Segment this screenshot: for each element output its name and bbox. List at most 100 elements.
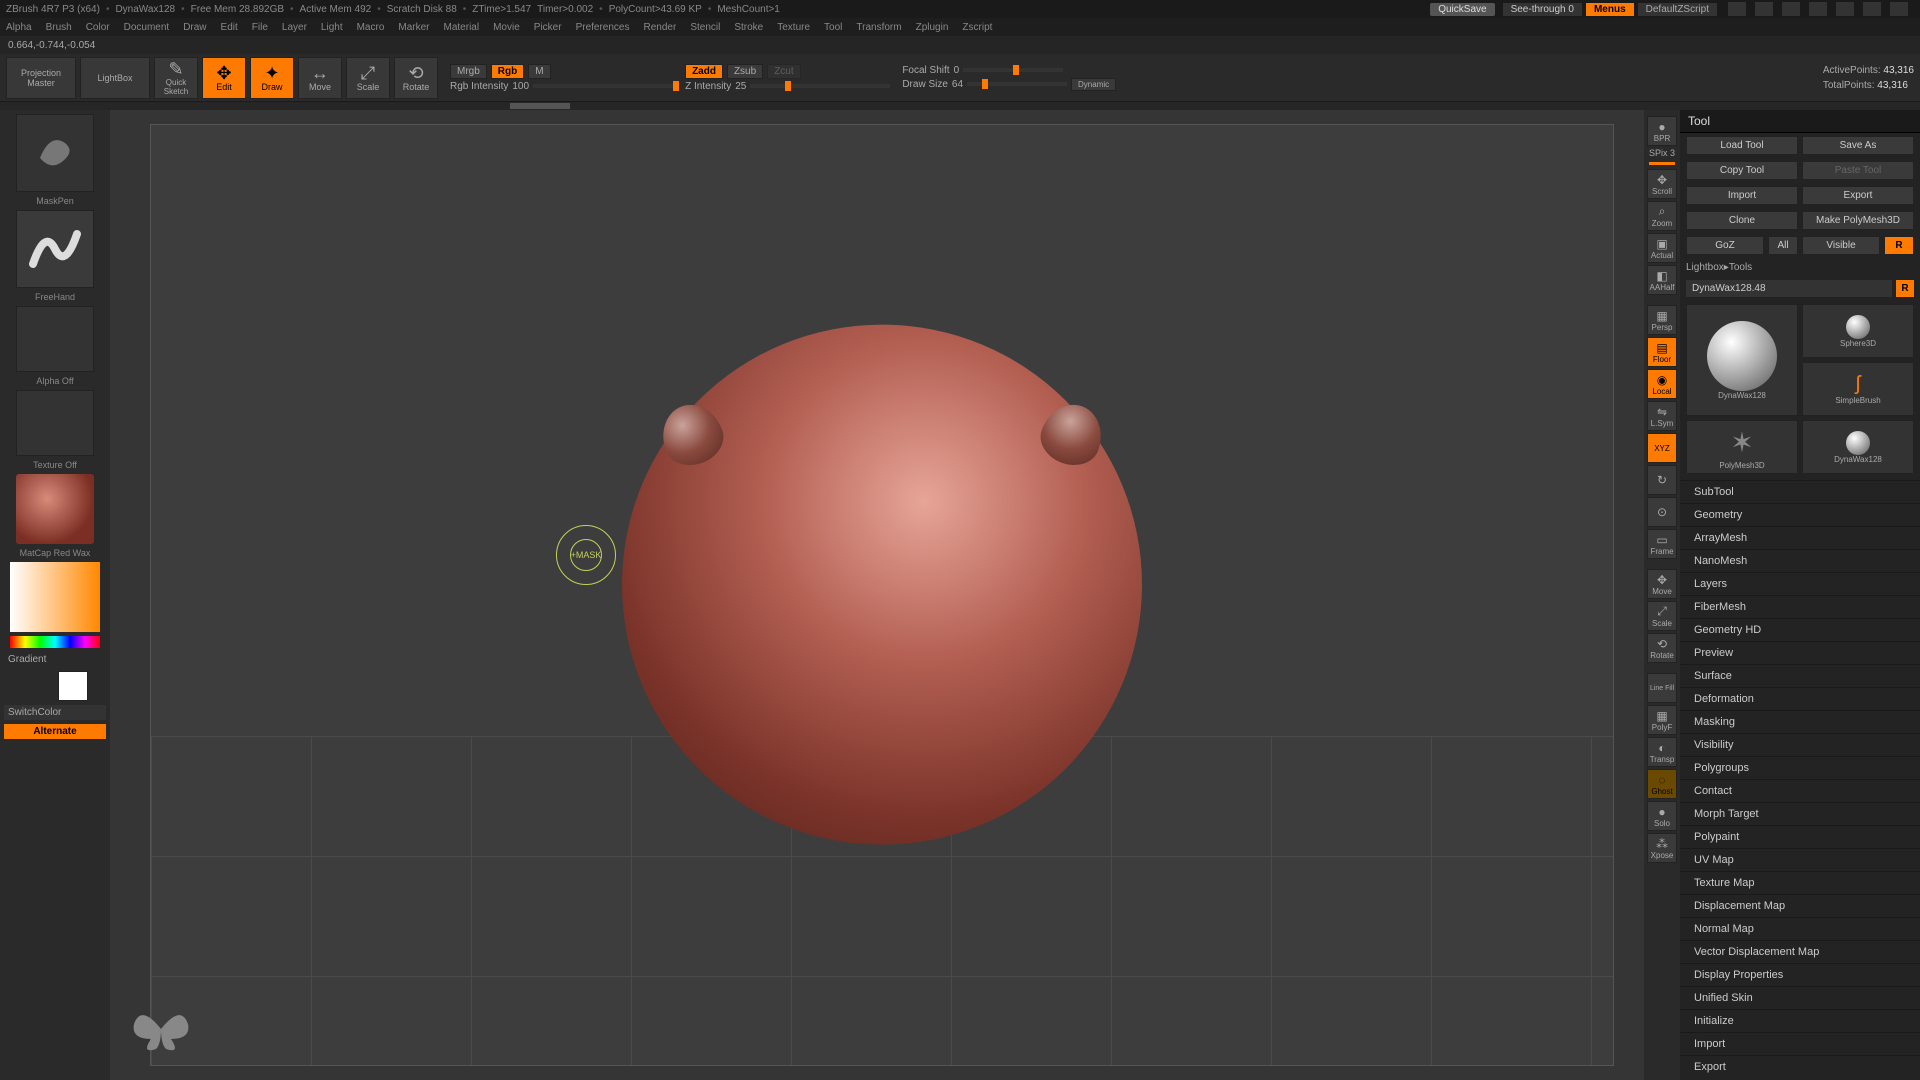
clone-button[interactable]: Clone	[1686, 211, 1798, 230]
menu-document[interactable]: Document	[124, 22, 170, 33]
acc-visibility[interactable]: Visibility	[1680, 733, 1920, 756]
mrgb-toggle[interactable]: Mrgb	[450, 64, 487, 79]
scale-view-button[interactable]: ⤢Scale	[1647, 601, 1677, 631]
polyf-button[interactable]: ▦PolyF	[1647, 705, 1677, 735]
window-maximize[interactable]	[1863, 2, 1881, 16]
quick-sketch-button[interactable]: ✎Quick Sketch	[154, 57, 198, 99]
acc-displayproperties[interactable]: Display Properties	[1680, 963, 1920, 986]
menu-preferences[interactable]: Preferences	[576, 22, 630, 33]
dynamic-toggle[interactable]: Dynamic	[1071, 78, 1116, 91]
menu-picker[interactable]: Picker	[534, 22, 562, 33]
actual-button[interactable]: ▣Actual	[1647, 233, 1677, 263]
menu-render[interactable]: Render	[644, 22, 677, 33]
secondary-color-swatch[interactable]	[58, 671, 88, 701]
menu-movie[interactable]: Movie	[493, 22, 520, 33]
tool-thumb-sphere3d[interactable]: Sphere3D	[1802, 304, 1914, 358]
alternate-button[interactable]: Alternate	[4, 724, 106, 739]
menu-brush[interactable]: Brush	[46, 22, 72, 33]
goz-button[interactable]: GoZ	[1686, 236, 1764, 255]
material-thumbnail[interactable]	[16, 474, 94, 544]
acc-geometry[interactable]: Geometry	[1680, 503, 1920, 526]
menu-light[interactable]: Light	[321, 22, 343, 33]
window-button-3[interactable]	[1782, 2, 1800, 16]
brush-thumbnail[interactable]	[16, 114, 94, 192]
tool-r-button[interactable]: R	[1896, 280, 1914, 297]
zcut-toggle[interactable]: Zcut	[767, 64, 800, 79]
acc-subtool[interactable]: SubTool	[1680, 480, 1920, 503]
z-intensity-slider[interactable]	[750, 84, 890, 88]
acc-contact[interactable]: Contact	[1680, 779, 1920, 802]
acc-morphtarget[interactable]: Morph Target	[1680, 802, 1920, 825]
focal-shift-value[interactable]: 0	[954, 65, 960, 76]
acc-polypaint[interactable]: Polypaint	[1680, 825, 1920, 848]
tool-thumb-simplebrush[interactable]: ʃSimpleBrush	[1802, 362, 1914, 416]
goz-r-button[interactable]: R	[1884, 236, 1914, 255]
acc-vectordisplacementmap[interactable]: Vector Displacement Map	[1680, 940, 1920, 963]
acc-unifiedskin[interactable]: Unified Skin	[1680, 986, 1920, 1009]
window-minimize[interactable]	[1836, 2, 1854, 16]
solo-button[interactable]: ●Solo	[1647, 801, 1677, 831]
import-button[interactable]: Import	[1686, 186, 1798, 205]
focal-shift-slider[interactable]	[963, 68, 1063, 72]
goz-visible-button[interactable]: Visible	[1802, 236, 1880, 255]
acc-surface[interactable]: Surface	[1680, 664, 1920, 687]
menus-toggle[interactable]: Menus	[1586, 3, 1634, 16]
acc-uvmap[interactable]: UV Map	[1680, 848, 1920, 871]
persp-button[interactable]: ▦Persp	[1647, 305, 1677, 335]
rotate-view-button[interactable]: ⟲Rotate	[1647, 633, 1677, 663]
center-button[interactable]: ⊙	[1647, 497, 1677, 527]
color-picker[interactable]	[10, 562, 100, 632]
window-button-4[interactable]	[1809, 2, 1827, 16]
menu-marker[interactable]: Marker	[398, 22, 429, 33]
timeline-scrub[interactable]	[0, 102, 1920, 110]
quicksave-button[interactable]: QuickSave	[1430, 3, 1494, 16]
window-close[interactable]	[1890, 2, 1908, 16]
zoom-button[interactable]: ⌕Zoom	[1647, 201, 1677, 231]
menu-file[interactable]: File	[252, 22, 268, 33]
window-button-2[interactable]	[1755, 2, 1773, 16]
stroke-thumbnail[interactable]	[16, 210, 94, 288]
acc-initialize[interactable]: Initialize	[1680, 1009, 1920, 1032]
lsym-button[interactable]: ⇋L.Sym	[1647, 401, 1677, 431]
menu-edit[interactable]: Edit	[221, 22, 238, 33]
acc-preview[interactable]: Preview	[1680, 641, 1920, 664]
window-button-1[interactable]	[1728, 2, 1746, 16]
zsub-toggle[interactable]: Zsub	[727, 64, 763, 79]
menu-alpha[interactable]: Alpha	[6, 22, 32, 33]
switch-color-button[interactable]: SwitchColor	[4, 705, 106, 720]
alpha-thumbnail[interactable]	[16, 306, 94, 372]
rotate-mode-button[interactable]: ⟲Rotate	[394, 57, 438, 99]
acc-import[interactable]: Import	[1680, 1032, 1920, 1055]
acc-texturemap[interactable]: Texture Map	[1680, 871, 1920, 894]
lightbox-tools-link[interactable]: Lightbox▸Tools	[1680, 258, 1920, 277]
z-intensity-value[interactable]: 25	[735, 81, 746, 92]
menu-zscript[interactable]: Zscript	[962, 22, 992, 33]
local-button[interactable]: ◉Local	[1647, 369, 1677, 399]
load-tool-button[interactable]: Load Tool	[1686, 136, 1798, 155]
menu-color[interactable]: Color	[86, 22, 110, 33]
texture-thumbnail[interactable]	[16, 390, 94, 456]
draw-size-slider[interactable]	[967, 82, 1067, 86]
frame-button[interactable]: ▭Frame	[1647, 529, 1677, 559]
m-toggle[interactable]: M	[528, 64, 550, 79]
menu-zplugin[interactable]: Zplugin	[916, 22, 949, 33]
rgb-intensity-slider[interactable]	[533, 84, 673, 88]
menu-layer[interactable]: Layer	[282, 22, 307, 33]
acc-arraymesh[interactable]: ArrayMesh	[1680, 526, 1920, 549]
acc-masking[interactable]: Masking	[1680, 710, 1920, 733]
menu-transform[interactable]: Transform	[856, 22, 901, 33]
current-tool-name[interactable]: DynaWax128.48	[1686, 280, 1892, 297]
scroll-button[interactable]: ✥Scroll	[1647, 169, 1677, 199]
tool-thumb-dynawax[interactable]: DynaWax128	[1802, 420, 1914, 474]
save-as-button[interactable]: Save As	[1802, 136, 1914, 155]
floor-button[interactable]: ▤Floor	[1647, 337, 1677, 367]
menu-texture[interactable]: Texture	[777, 22, 810, 33]
gradient-toggle[interactable]: Gradient	[4, 652, 106, 667]
menu-stroke[interactable]: Stroke	[734, 22, 763, 33]
menu-draw[interactable]: Draw	[183, 22, 206, 33]
lightbox-button[interactable]: LightBox	[80, 57, 150, 99]
ghost-button[interactable]: ◌Ghost	[1647, 769, 1677, 799]
transp-button[interactable]: ◐Transp	[1647, 737, 1677, 767]
bpr-button[interactable]: ●BPR	[1647, 116, 1677, 146]
acc-nanomesh[interactable]: NanoMesh	[1680, 549, 1920, 572]
